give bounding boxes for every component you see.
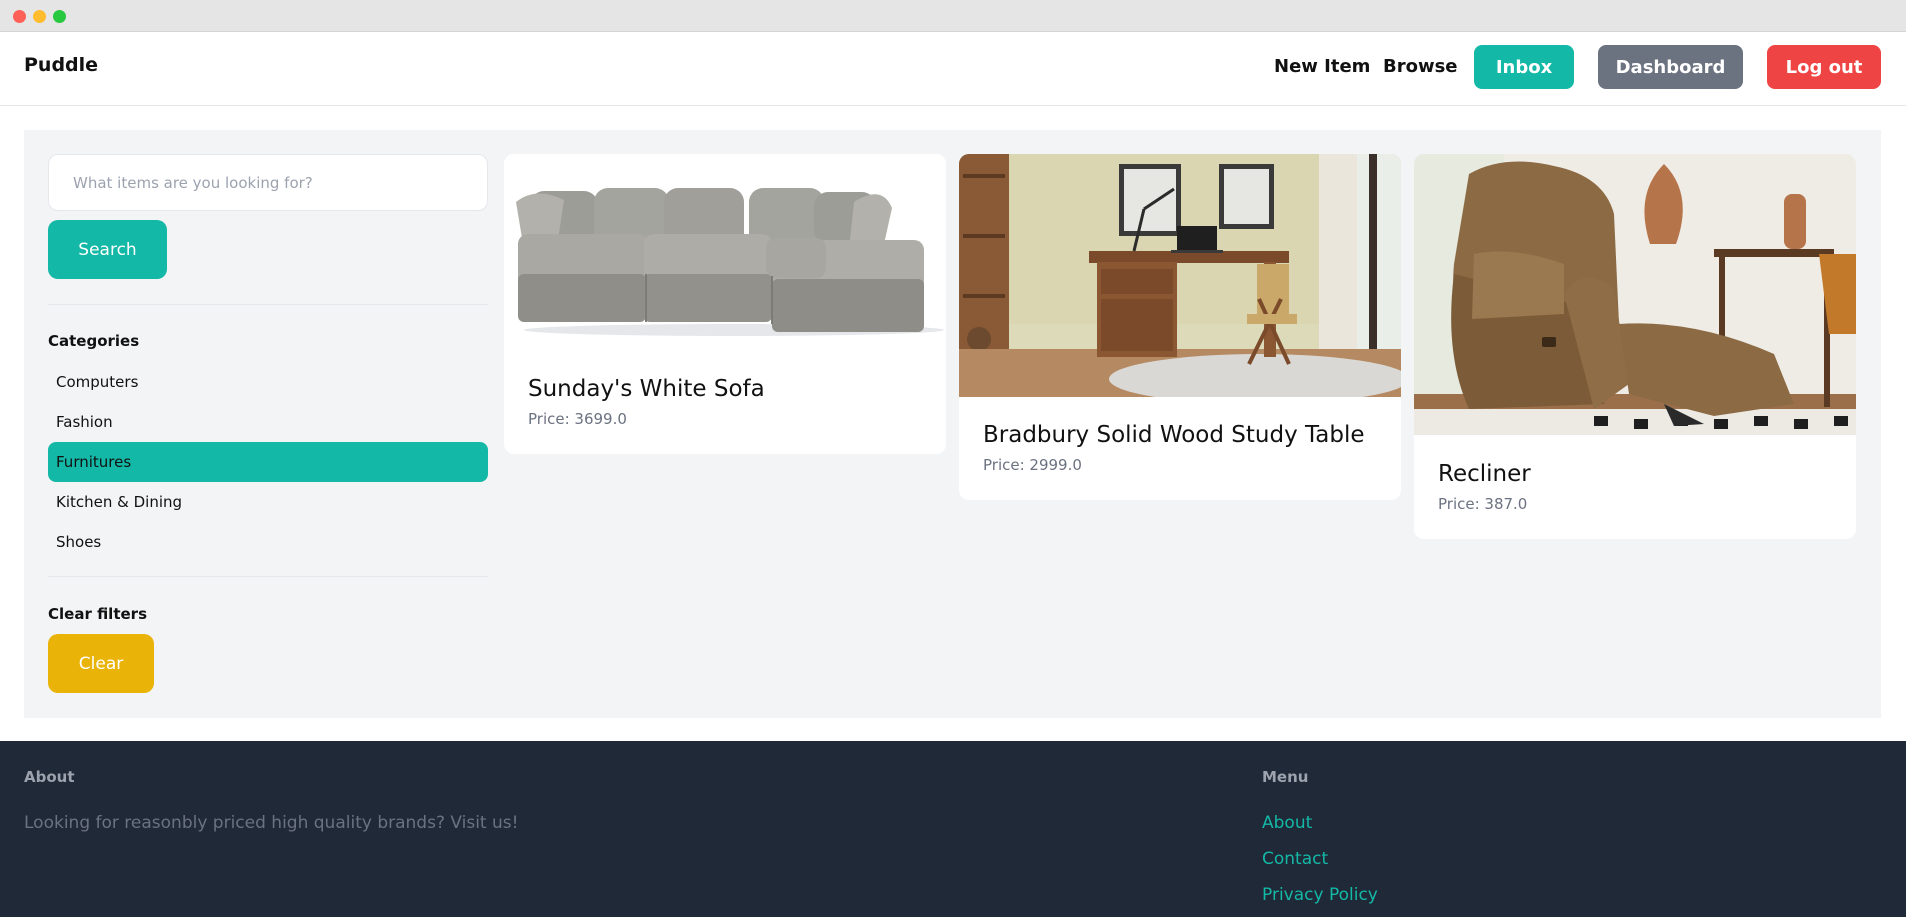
category-item-furnitures[interactable]: Furnitures bbox=[48, 442, 488, 482]
window-close-button[interactable] bbox=[13, 10, 26, 23]
divider bbox=[48, 304, 488, 305]
window-maximize-button[interactable] bbox=[53, 10, 66, 23]
item-price: Price: 2999.0 bbox=[983, 456, 1082, 474]
footer-about-heading: About bbox=[24, 768, 75, 786]
site-footer: About Looking for reasonbly priced high … bbox=[0, 741, 1906, 917]
footer-about-text: Looking for reasonbly priced high qualit… bbox=[24, 813, 519, 833]
window-minimize-button[interactable] bbox=[33, 10, 46, 23]
clear-button[interactable]: Clear bbox=[48, 634, 154, 693]
footer-link-contact[interactable]: Contact bbox=[1262, 849, 1328, 869]
item-image-study-table bbox=[959, 154, 1401, 397]
item-title: Bradbury Solid Wood Study Table bbox=[983, 422, 1365, 448]
inbox-button[interactable]: Inbox bbox=[1474, 45, 1574, 89]
category-item-shoes[interactable]: Shoes bbox=[48, 522, 488, 562]
item-price: Price: 3699.0 bbox=[528, 410, 627, 428]
clear-filters-heading: Clear filters bbox=[48, 605, 147, 623]
item-card[interactable]: Sunday's White Sofa Price: 3699.0 bbox=[504, 154, 946, 454]
item-title: Recliner bbox=[1438, 461, 1531, 487]
item-card[interactable]: Recliner Price: 387.0 bbox=[1414, 154, 1856, 539]
window-titlebar bbox=[0, 0, 1906, 32]
search-input[interactable] bbox=[48, 154, 488, 211]
item-price: Price: 387.0 bbox=[1438, 495, 1528, 513]
category-item-kitchen-dining[interactable]: Kitchen & Dining bbox=[48, 482, 488, 522]
footer-link-privacy-policy[interactable]: Privacy Policy bbox=[1262, 885, 1378, 905]
top-navbar: Puddle New Item Browse Inbox Dashboard L… bbox=[0, 32, 1906, 106]
item-image-sofa bbox=[504, 154, 946, 354]
nav-new-item-link[interactable]: New Item bbox=[1274, 56, 1370, 77]
logout-button[interactable]: Log out bbox=[1767, 45, 1881, 89]
item-card[interactable]: Bradbury Solid Wood Study Table Price: 2… bbox=[959, 154, 1401, 500]
search-button[interactable]: Search bbox=[48, 220, 167, 279]
dashboard-button[interactable]: Dashboard bbox=[1598, 45, 1743, 89]
divider bbox=[48, 576, 488, 577]
footer-link-about[interactable]: About bbox=[1262, 813, 1312, 833]
item-title: Sunday's White Sofa bbox=[528, 376, 765, 402]
footer-menu-heading: Menu bbox=[1262, 768, 1309, 786]
category-item-fashion[interactable]: Fashion bbox=[48, 402, 488, 442]
categories-heading: Categories bbox=[48, 332, 140, 350]
browse-panel: Search Categories Computers Fashion Furn… bbox=[24, 130, 1881, 718]
item-image-recliner bbox=[1414, 154, 1856, 435]
brand-logo-link[interactable]: Puddle bbox=[24, 54, 98, 76]
category-item-computers[interactable]: Computers bbox=[48, 362, 488, 402]
nav-browse-link[interactable]: Browse bbox=[1383, 56, 1458, 77]
